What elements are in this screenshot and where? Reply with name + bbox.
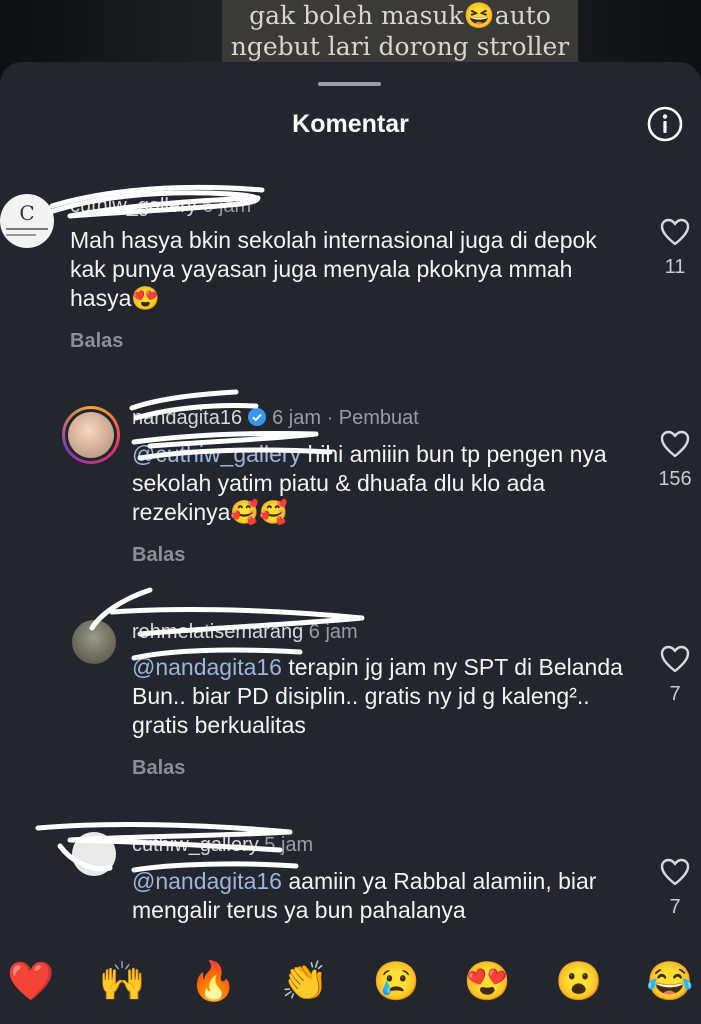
avatar[interactable]: C — [0, 194, 54, 248]
reaction-raised-hands[interactable]: 🙌 — [97, 957, 147, 1007]
comment-time: 6 jam — [308, 621, 358, 643]
reply-button[interactable]: Balas — [70, 330, 123, 353]
like-count: 11 — [664, 256, 686, 278]
comment-meta: rohmelatisemarang 6 jam — [132, 621, 358, 644]
like-button[interactable]: 7 — [650, 858, 700, 919]
comment-mention[interactable]: @nandagita16 — [132, 654, 282, 680]
comment-meta: nandagita16 6 jam · Pembuat — [132, 407, 419, 430]
avatar[interactable] — [72, 620, 116, 664]
like-count: 7 — [669, 896, 681, 918]
sheet-title: Komentar — [292, 110, 409, 138]
sheet-grabber[interactable] — [318, 82, 381, 86]
like-count: 156 — [658, 468, 692, 490]
comment-username[interactable]: cuthiw_gallery — [70, 195, 197, 217]
heart-outline-icon — [660, 430, 690, 458]
video-caption: gak boleh masuk😆auto ngebut lari dorong … — [222, 0, 578, 62]
reaction-surprised[interactable]: 😮 — [554, 957, 604, 1007]
comment-time: 6 jam — [202, 195, 252, 217]
like-count: 7 — [669, 683, 681, 705]
like-button[interactable]: 7 — [650, 645, 700, 706]
comment-text: @cuthiw_gallery hihi amiiin bun tp penge… — [132, 440, 632, 527]
comment-time: 6 jam — [272, 407, 322, 429]
like-button[interactable]: 156 — [650, 430, 700, 491]
reaction-crying[interactable]: 😢 — [371, 957, 421, 1007]
comment-mention[interactable]: @nandagita16 — [132, 868, 282, 894]
comment-meta: cuthiw_gallery 5 jam — [132, 834, 313, 857]
comment-text: @nandagita16 terapin jg jam ny SPT di Be… — [132, 653, 632, 740]
comment-body: Mah hasya bkin sekolah internasional jug… — [70, 227, 597, 311]
comment-time: 5 jam — [264, 834, 314, 856]
heart-outline-icon — [660, 218, 690, 246]
avatar[interactable] — [62, 406, 120, 464]
reaction-heart-eyes[interactable]: 😍 — [462, 957, 512, 1007]
heart-outline-icon — [660, 858, 690, 886]
like-button[interactable]: 11 — [650, 218, 700, 279]
info-icon[interactable] — [647, 106, 683, 142]
comment-text: Mah hasya bkin sekolah internasional jug… — [70, 226, 600, 313]
reaction-bar: ❤️ 🙌 🔥 👏 😢 😍 😮 😂 — [0, 940, 701, 1024]
reply-button[interactable]: Balas — [132, 757, 185, 780]
comment-username[interactable]: cuthiw_gallery — [132, 834, 259, 856]
video-caption-line2: ngebut lari dorong stroller — [230, 32, 570, 61]
avatar[interactable] — [72, 832, 116, 876]
reaction-heart[interactable]: ❤️ — [6, 957, 56, 1007]
creator-tag: · Pembuat — [326, 407, 419, 429]
comment-text: @nandagita16 aamiin ya Rabbal alamiin, b… — [132, 867, 632, 925]
reaction-fire[interactable]: 🔥 — [189, 957, 239, 1007]
comment-username[interactable]: rohmelatisemarang — [132, 621, 303, 643]
comment-username[interactable]: nandagita16 — [132, 407, 242, 429]
comment-mention[interactable]: @cuthiw_gallery — [132, 441, 301, 467]
svg-text:C: C — [19, 201, 34, 225]
video-caption-line1: gak boleh masuk😆auto — [249, 1, 551, 30]
verified-badge-icon — [248, 408, 267, 426]
reaction-laughing[interactable]: 😂 — [645, 957, 695, 1007]
reply-button[interactable]: Balas — [132, 544, 185, 567]
heart-outline-icon — [660, 645, 690, 673]
comment-meta: cuthiw_gallery 6 jam — [70, 195, 251, 218]
reaction-clapping[interactable]: 👏 — [280, 957, 330, 1007]
